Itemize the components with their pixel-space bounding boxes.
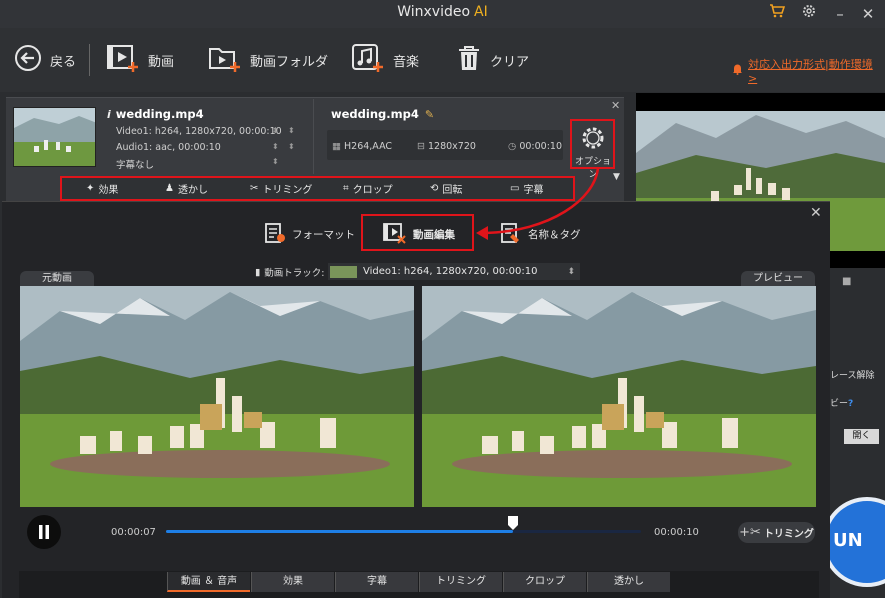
bell-icon xyxy=(732,63,743,78)
resolution-info: ⊟ 1280x720 xyxy=(417,141,476,152)
rotate-button[interactable]: ⟲ 回転 xyxy=(430,181,462,196)
file-divider xyxy=(313,99,314,174)
track-icon: ▮ xyxy=(255,266,261,278)
subtitle-info: 字幕なし xyxy=(116,160,155,171)
crop-button[interactable]: ⌗ クロップ xyxy=(343,181,393,196)
video-track-spinner-2[interactable]: ⬍ xyxy=(288,126,295,135)
deinterlace-label: レース解除 xyxy=(830,371,875,381)
trash-icon xyxy=(456,44,482,76)
back-arrow-icon xyxy=(14,44,42,76)
back-button[interactable]: 戻る xyxy=(14,44,76,76)
scissors-icon: ✂ xyxy=(250,183,259,194)
track-label: ▮ 動画トラック: xyxy=(255,266,325,280)
add-folder-button[interactable]: 動画フォルダ xyxy=(208,44,328,76)
tab-crop[interactable]: クロップ xyxy=(503,572,586,592)
watermark-button[interactable]: ♟ 透かし xyxy=(165,181,208,196)
remove-file-icon[interactable]: ✕ xyxy=(611,99,620,112)
cart-icon[interactable] xyxy=(766,3,788,25)
audio-track-spinner-2[interactable]: ⬍ xyxy=(288,142,295,151)
tab-watermark[interactable]: 透かし xyxy=(587,572,670,592)
original-video-label: 元動画 xyxy=(20,271,94,286)
dialog-close-icon[interactable]: ✕ xyxy=(810,205,822,221)
subtitle-spinner[interactable]: ⬍ xyxy=(272,157,279,166)
track-select[interactable]: Video1: h264, 1280x720, 00:00:10 ⬍ xyxy=(328,263,580,280)
tab-effect[interactable]: 効果 xyxy=(251,572,334,592)
film-icon: ▦ xyxy=(332,141,341,152)
rotate-icon: ⟲ xyxy=(430,183,439,194)
resolution-icon: ⊟ xyxy=(417,141,425,152)
wand-icon: ✦ xyxy=(86,183,95,194)
clock-icon: ◷ xyxy=(508,141,517,152)
app-title: Winxvideo AI xyxy=(397,4,488,20)
video-track-info: Video1: h264, 1280x720, 00:00:10 xyxy=(116,126,282,137)
open-button[interactable]: 開く xyxy=(844,429,879,444)
video-track-spinner[interactable]: ⬍ xyxy=(272,126,279,135)
crop-icon: ⌗ xyxy=(343,183,349,194)
add-trim-icon: +✂ xyxy=(739,525,761,540)
annotation-arrow xyxy=(476,167,600,240)
codec-info: ▦ H264,AAC xyxy=(332,141,393,152)
select-arrows-icon: ⬍ xyxy=(567,266,575,277)
pause-icon xyxy=(39,525,49,539)
output-file-title: wedding.mp4 ✎ xyxy=(331,107,435,121)
pencil-icon[interactable]: ✎ xyxy=(425,108,434,121)
seek-handle[interactable] xyxy=(507,516,518,530)
trim-edit-button[interactable]: ✂ トリミング xyxy=(250,181,312,196)
camera-icon[interactable]: ■ xyxy=(842,276,851,287)
total-time: 00:00:10 xyxy=(654,527,699,538)
add-folder-icon xyxy=(208,43,242,77)
add-video-icon xyxy=(106,43,140,77)
trim-button[interactable]: +✂ トリミング xyxy=(738,522,815,543)
clear-button[interactable]: クリア xyxy=(456,44,529,76)
minimize-icon[interactable]: – xyxy=(829,3,851,25)
pause-button[interactable] xyxy=(27,515,61,549)
gear-icon[interactable] xyxy=(798,3,820,25)
run-label: UN xyxy=(833,530,863,551)
format-icon xyxy=(264,222,286,247)
tab-video-edit[interactable]: 動画編集 xyxy=(383,221,455,247)
seek-progress xyxy=(166,530,513,533)
video-edit-icon xyxy=(383,222,407,247)
duration-info: ◷ 00:00:10 xyxy=(508,141,562,152)
current-time: 00:00:07 xyxy=(111,527,156,538)
effect-button[interactable]: ✦ 効果 xyxy=(86,181,118,196)
tab-format[interactable]: フォーマット xyxy=(264,221,355,247)
file-thumbnail[interactable] xyxy=(13,107,96,167)
audio-track-spinner[interactable]: ⬍ xyxy=(272,142,279,151)
preview-video xyxy=(422,286,816,507)
original-video xyxy=(20,286,414,507)
stamp-icon: ♟ xyxy=(165,183,174,194)
env-link[interactable]: 対応入出力形式|動作環境 > xyxy=(732,56,885,85)
tab-trimming[interactable]: トリミング xyxy=(419,572,502,592)
codec-gear-icon xyxy=(582,127,604,149)
add-video-button[interactable]: 動画 xyxy=(106,44,174,76)
input-file-title: i wedding.mp4 xyxy=(107,107,204,121)
track-thumbnail xyxy=(330,265,357,278)
add-music-button[interactable]: 音楽 xyxy=(351,44,419,76)
preview-label: プレビュー xyxy=(741,271,815,286)
toolbar-divider xyxy=(89,44,90,76)
tab-video-audio[interactable]: 動画 ＆ 音声 xyxy=(167,572,250,592)
copy-label: ビー? xyxy=(830,399,854,409)
tab-subtitle[interactable]: 字幕 xyxy=(335,572,418,592)
close-icon[interactable]: ✕ xyxy=(857,3,879,25)
audio-track-info: Audio1: aac, 00:00:10 xyxy=(116,142,221,153)
info-icon[interactable]: i xyxy=(107,108,111,121)
add-music-icon xyxy=(351,43,385,77)
